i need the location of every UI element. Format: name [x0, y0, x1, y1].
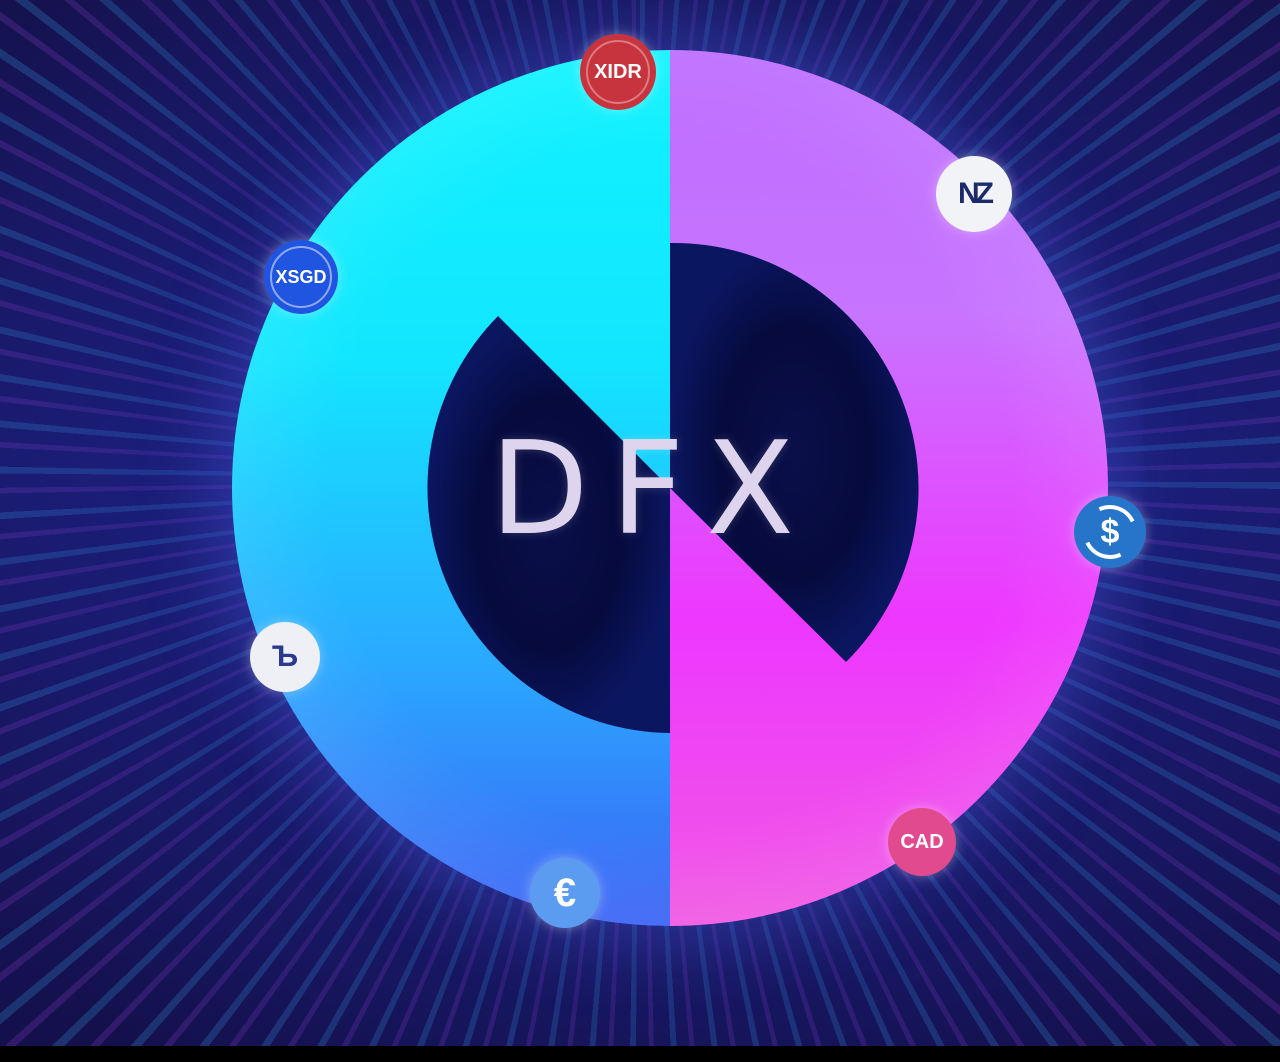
nzds-coin-label: NZ: [958, 177, 994, 210]
cadc-coin-icon: CAD: [888, 808, 956, 876]
usdc-coin-label: $: [1100, 512, 1120, 551]
eurs-coin-label: €: [553, 870, 577, 915]
nzds-coin-icon: NZ: [936, 156, 1012, 232]
xidr-coin-icon: XIDR: [580, 34, 656, 110]
eurs-coin-icon: €: [530, 858, 600, 928]
xsgd-coin-label: XSGD: [275, 266, 327, 287]
xsgd-coin-icon: XSGD: [264, 240, 338, 314]
usdc-coin-icon: $: [1074, 496, 1146, 568]
tryb-coin-label: Ъ: [271, 640, 299, 673]
cadc-coin-label: CAD: [900, 830, 944, 853]
xidr-coin-label: XIDR: [594, 60, 642, 83]
bottom-black-bar: [0, 1046, 1280, 1062]
dfx-wordmark: DFX: [490, 415, 816, 564]
tryb-coin-icon: Ъ: [250, 622, 320, 692]
